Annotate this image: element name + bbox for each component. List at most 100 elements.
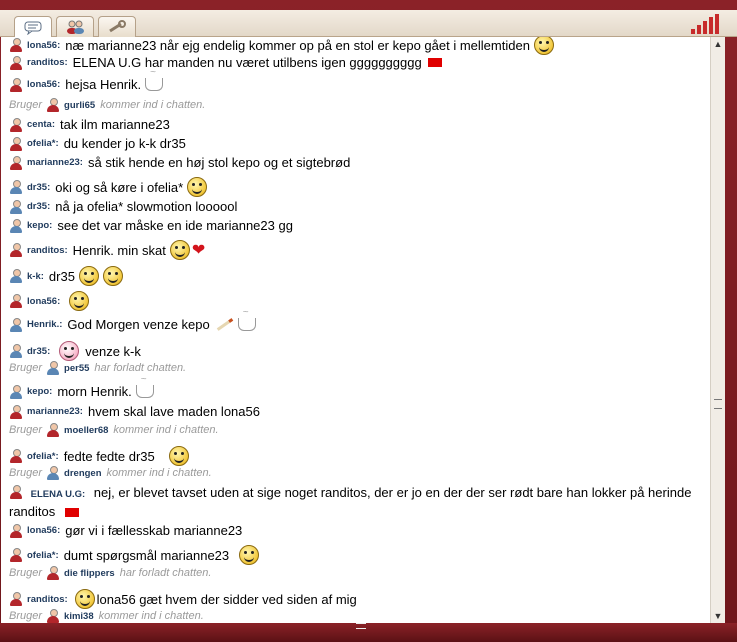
female-avatar-icon	[9, 55, 23, 70]
female-avatar-icon	[46, 423, 60, 437]
message-text: nej, er blevet tavset uden at sige noget…	[9, 485, 692, 519]
message-text: ELENA U.G har manden nu været utilbens i…	[72, 55, 422, 70]
male-avatar-icon	[9, 344, 23, 358]
blush-smiley-icon	[59, 341, 80, 361]
message-text: næ marianne23 når ejg endelig kommer op …	[65, 37, 530, 53]
list-item: dr35: oki og så køre i ofelia*	[9, 177, 707, 197]
red-flag-icon	[427, 58, 442, 67]
message-nick[interactable]: centa:	[27, 119, 55, 130]
message-nick[interactable]: ofelia*:	[27, 550, 59, 561]
list-item: lona56: hejsa Henrik.	[9, 67, 707, 92]
message-nick[interactable]: marianne23:	[27, 406, 83, 417]
male-avatar-icon	[46, 466, 60, 480]
message-text: morn Henrik.	[57, 384, 132, 399]
message-text: har forladt chatten.	[94, 362, 187, 374]
list-item: marianne23: så stik hende en høj stol ke…	[9, 155, 707, 170]
list-item: dr35: nå ja ofelia* slowmotion loooool	[9, 199, 707, 214]
message-nick[interactable]: marianne23:	[27, 157, 83, 168]
message-nick[interactable]: k-k:	[27, 271, 44, 282]
message-nick[interactable]: randitos:	[27, 57, 68, 68]
message-nick[interactable]: kepo:	[27, 386, 52, 397]
system-prefix: Bruger	[9, 99, 43, 111]
smiley-icon	[533, 37, 554, 55]
female-avatar-icon	[46, 566, 60, 580]
message-nick[interactable]: die flippers	[64, 568, 115, 579]
red-flag-icon	[64, 508, 79, 518]
message-nick[interactable]: gurli65	[64, 100, 95, 111]
message-nick[interactable]: per55	[64, 363, 89, 374]
message-text: kommer ind i chatten.	[106, 467, 212, 479]
users-icon	[67, 20, 84, 34]
message-text: gør vi i fællesskab marianne23	[65, 523, 243, 538]
system-message: Bruger drengen kommer ind i chatten.	[9, 466, 707, 480]
message-text: dr35	[48, 268, 75, 284]
tab-users[interactable]	[56, 16, 94, 37]
list-item: Henrik.: God Morgen venze kepo	[9, 307, 707, 332]
message-nick[interactable]: ELENA U.G:	[31, 489, 86, 500]
female-avatar-icon	[46, 98, 60, 112]
message-nick[interactable]: moeller68	[64, 425, 108, 436]
coffee-cup-icon	[237, 307, 256, 331]
list-item: randitos: lona56 gæt hvem der sidder ved…	[9, 589, 707, 609]
message-nick[interactable]: kepo:	[27, 220, 52, 231]
female-avatar-icon	[9, 77, 23, 92]
message-nick[interactable]: ofelia*:	[27, 138, 59, 149]
message-text: lona56 gæt hvem der sidder ved siden af …	[96, 591, 357, 607]
message-text: Henrik. min skat	[72, 242, 166, 258]
female-avatar-icon	[9, 485, 23, 499]
message-nick[interactable]: kimi38	[64, 611, 94, 622]
message-text: venze k-k	[85, 343, 141, 359]
list-item: k-k: dr35	[9, 266, 707, 286]
female-avatar-icon	[9, 294, 23, 308]
coffee-cup-icon	[135, 374, 154, 398]
system-message: Bruger moeller68 kommer ind i chatten.	[9, 423, 707, 437]
message-nick[interactable]: drengen	[64, 468, 101, 479]
list-item: lona56: næ marianne23 når ejg endelig ko…	[9, 37, 707, 55]
list-item: dr35: venze k-k	[9, 341, 707, 361]
female-avatar-icon	[9, 404, 23, 419]
female-avatar-icon	[9, 136, 23, 151]
signal-strength-icon	[691, 14, 719, 34]
male-avatar-icon	[9, 317, 23, 332]
message-text: du kender jo k-k dr35	[63, 136, 186, 151]
message-nick[interactable]: lona56:	[27, 296, 60, 307]
chat-log: lona56: næ marianne23 når ejg endelig ko…	[1, 37, 723, 623]
list-item: ELENA U.G: nej, er blevet tavset uden at…	[9, 484, 707, 520]
message-nick[interactable]: lona56:	[27, 40, 60, 51]
list-item: ofelia*: du kender jo k-k dr35	[9, 136, 707, 151]
scroll-grip[interactable]	[714, 399, 722, 409]
message-nick[interactable]: dr35:	[27, 201, 50, 212]
resize-handle[interactable]	[356, 623, 366, 629]
tab-chat[interactable]	[14, 16, 52, 38]
system-prefix: Bruger	[9, 362, 43, 374]
vertical-scrollbar[interactable]: ▲ ▼	[710, 37, 725, 623]
message-nick[interactable]: dr35:	[27, 182, 50, 193]
female-avatar-icon	[9, 243, 23, 257]
coffee-cup-icon	[145, 67, 164, 91]
tab-tools[interactable]	[98, 16, 136, 37]
message-nick[interactable]: Henrik.:	[27, 319, 62, 330]
scroll-down-icon[interactable]: ▼	[713, 611, 723, 621]
rolling-eyes-smiley-icon	[102, 266, 123, 286]
message-text: fedte fedte dr35	[63, 448, 155, 464]
message-text: nå ja ofelia* slowmotion loooool	[55, 199, 238, 214]
message-text: tak ilm marianne23	[59, 117, 170, 132]
message-nick[interactable]: lona56:	[27, 525, 60, 536]
list-item: ofelia*: fedte fedte dr35	[9, 446, 707, 466]
message-text: God Morgen venze kepo	[67, 317, 210, 332]
message-nick[interactable]: ofelia*:	[27, 451, 59, 462]
speech-bubble-icon	[24, 21, 42, 35]
system-message: Bruger gurli65 kommer ind i chatten.	[9, 98, 707, 112]
list-item: lona56: gør vi i fællesskab marianne23	[9, 523, 707, 538]
message-nick[interactable]: randitos:	[27, 245, 68, 256]
system-message: Bruger die flippers har forladt chatten.	[9, 566, 707, 580]
message-nick[interactable]: randitos:	[27, 594, 68, 605]
message-text: hvem skal lave maden lona56	[87, 404, 260, 419]
list-item: marianne23: hvem skal lave maden lona56	[9, 404, 707, 419]
female-avatar-icon	[9, 548, 23, 562]
message-nick[interactable]: lona56:	[27, 79, 60, 90]
scroll-up-icon[interactable]: ▲	[713, 39, 723, 49]
system-prefix: Bruger	[9, 610, 43, 622]
rolling-eyes-smiley-icon	[168, 446, 189, 466]
message-nick[interactable]: dr35:	[27, 346, 50, 357]
